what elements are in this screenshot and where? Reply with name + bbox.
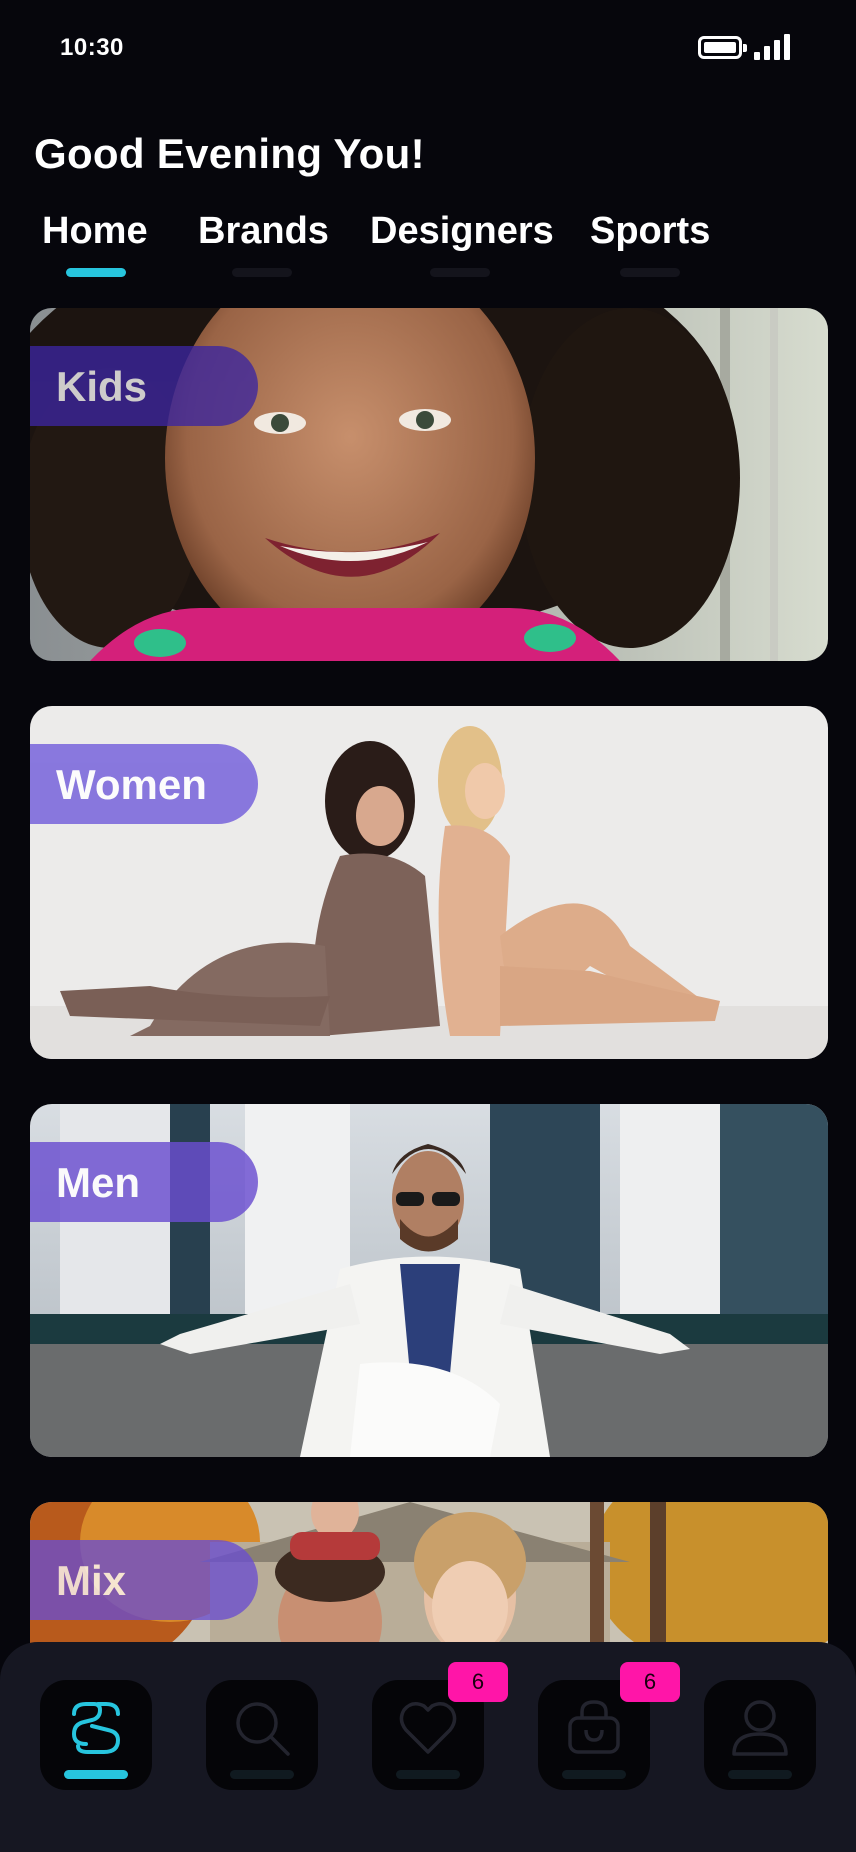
tab-indicator [620, 268, 680, 277]
tab-label: Home [42, 210, 148, 252]
nav-home-button[interactable] [40, 1680, 152, 1790]
tab-indicator [430, 268, 490, 277]
heart-icon [399, 1702, 457, 1754]
category-label: Kids [56, 363, 148, 410]
bag-icon [568, 1700, 620, 1754]
battery-level [704, 42, 736, 53]
battery-icon [698, 36, 747, 59]
category-label: Mix [56, 1557, 127, 1604]
category-badge: Kids [30, 346, 258, 426]
tab-sports[interactable]: Sports [590, 210, 710, 282]
nav-indicator [230, 1770, 294, 1779]
profile-icon [732, 1700, 788, 1756]
tab-label: Designers [370, 210, 554, 252]
category-card-women[interactable]: Women [30, 706, 828, 1059]
nav-indicator [396, 1770, 460, 1779]
category-card-men[interactable]: Men [30, 1104, 828, 1457]
favorites-count-badge: 6 [448, 1662, 508, 1702]
tab-label: Sports [590, 210, 711, 252]
category-badge: Women [30, 744, 258, 824]
nav-profile-button[interactable] [704, 1680, 816, 1790]
nav-indicator [562, 1770, 626, 1779]
tab-indicator [66, 268, 126, 277]
bottom-nav: 6 6 [0, 1642, 856, 1852]
tab-designers[interactable]: Designers [370, 210, 554, 282]
status-time: 10:30 [60, 34, 124, 61]
tab-brands[interactable]: Brands [198, 210, 329, 282]
search-icon [236, 1702, 290, 1756]
nav-search-button[interactable] [206, 1680, 318, 1790]
category-tabs: Home Brands Designers Sports [0, 210, 856, 282]
category-badge: Mix [30, 1540, 258, 1620]
nav-indicator [64, 1770, 128, 1779]
signal-icon [754, 34, 790, 60]
category-label: Men [56, 1159, 140, 1206]
logo-icon [71, 1702, 121, 1754]
tab-label: Brands [198, 210, 329, 252]
category-badge: Men [30, 1142, 258, 1222]
greeting-title: Good Evening You! [34, 130, 425, 177]
status-bar: 10:30 [0, 0, 856, 96]
nav-indicator [728, 1770, 792, 1779]
category-label: Women [56, 761, 207, 808]
category-card-kids[interactable]: Kids [30, 308, 828, 661]
tab-home[interactable]: Home [42, 210, 148, 282]
bag-count-badge: 6 [620, 1662, 680, 1702]
tab-indicator [232, 268, 292, 277]
